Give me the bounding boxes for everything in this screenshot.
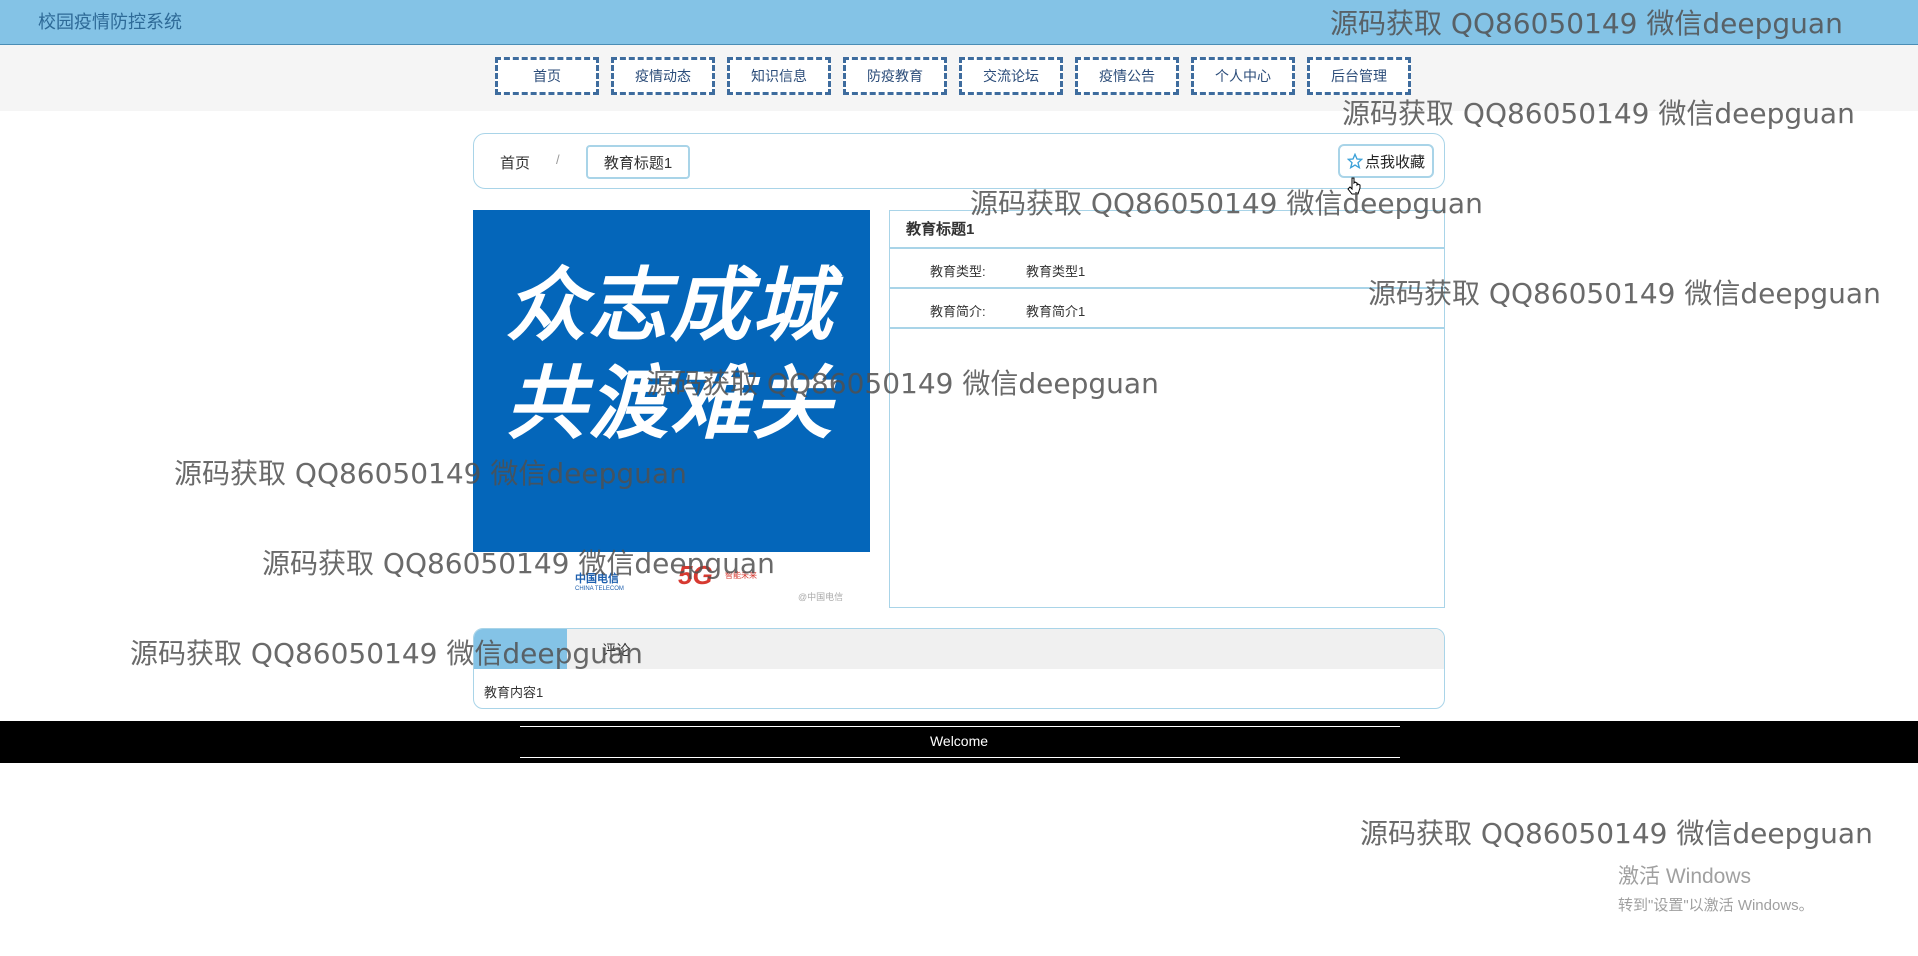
- footer-welcome-text: Welcome: [929, 733, 989, 749]
- nav-item-home[interactable]: 首页: [495, 57, 599, 95]
- watermark: 源码获取 QQ86050149 微信deepguan: [1360, 817, 1873, 850]
- windows-activation-notice: 激活 Windows 转到"设置"以激活 Windows。: [1618, 860, 1814, 915]
- nav-item-announcements[interactable]: 疫情公告: [1075, 57, 1179, 95]
- fiveg-logo: 5G: [678, 560, 713, 590]
- top-header-bar: 校园疫情防控系统: [0, 0, 1918, 45]
- detail-row-type: 教育类型: 教育类型1: [890, 249, 1444, 289]
- detail-label-summary: 教育简介:: [930, 304, 986, 319]
- detail-title: 教育标题1: [890, 211, 1444, 249]
- detail-value-type: 教育类型1: [1026, 264, 1086, 279]
- telecom-logo: 中国电信 CHINA TELECOM: [575, 570, 624, 592]
- nav-item-prevention-education[interactable]: 防疫教育: [843, 57, 947, 95]
- detail-value-summary: 教育简介1: [1026, 304, 1086, 319]
- detail-panel: 教育标题1 教育类型: 教育类型1 教育简介: 教育简介1: [889, 210, 1445, 608]
- content-tabs: 评论 教育内容1: [473, 628, 1445, 709]
- site-title[interactable]: 校园疫情防控系统: [38, 8, 182, 34]
- nav-item-personal-center[interactable]: 个人中心: [1191, 57, 1295, 95]
- poster-slogan-line2: 共渡难关: [506, 357, 834, 450]
- breadcrumb: 首页 / 教育标题1 点我收藏: [473, 133, 1445, 189]
- tab-bar: 评论: [474, 629, 1444, 669]
- detail-row-summary: 教育简介: 教育简介1: [890, 289, 1444, 329]
- mouse-cursor-icon: [1347, 177, 1361, 195]
- breadcrumb-current: 教育标题1: [586, 145, 690, 179]
- favorite-button[interactable]: 点我收藏: [1338, 144, 1434, 178]
- detail-label-type: 教育类型:: [930, 264, 986, 279]
- poster-background: 众志成城 共渡难关: [473, 210, 870, 552]
- breadcrumb-home-link[interactable]: 首页: [500, 152, 530, 173]
- education-cover-image: 众志成城 共渡难关 中国电信 CHINA TELECOM 5G 智能未来 @中国…: [473, 210, 870, 610]
- breadcrumb-separator: /: [556, 152, 560, 167]
- activation-subtitle: 转到"设置"以激活 Windows。: [1618, 897, 1814, 914]
- weibo-tag: @中国电信: [798, 592, 844, 602]
- tab-content[interactable]: [474, 629, 567, 669]
- main-nav: 首页 疫情动态 知识信息 防疫教育 交流论坛 疫情公告 个人中心 后台管理: [495, 57, 1423, 99]
- footer-divider-bottom: [520, 757, 1400, 758]
- telecom-logo-subtext: CHINA TELECOM: [575, 586, 624, 592]
- poster-footer: 中国电信 CHINA TELECOM 5G 智能未来 @中国电信: [473, 552, 870, 610]
- main-nav-bar: 首页 疫情动态 知识信息 防疫教育 交流论坛 疫情公告 个人中心 后台管理: [0, 45, 1918, 111]
- favorite-button-label: 点我收藏: [1364, 153, 1425, 171]
- footer-divider-top: [520, 726, 1400, 727]
- star-icon: [1346, 153, 1363, 169]
- nav-item-epidemic-news[interactable]: 疫情动态: [611, 57, 715, 95]
- education-content-text: 教育内容1: [484, 685, 544, 700]
- footer: Welcome: [0, 721, 1918, 763]
- tab-comments[interactable]: 评论: [602, 640, 630, 660]
- nav-item-admin[interactable]: 后台管理: [1307, 57, 1411, 95]
- nav-item-forum[interactable]: 交流论坛: [959, 57, 1063, 95]
- telecom-logo-text: 中国电信: [575, 573, 619, 585]
- poster-slogan-line1: 众志成城: [506, 259, 834, 352]
- nav-item-knowledge[interactable]: 知识信息: [727, 57, 831, 95]
- activation-title: 激活 Windows: [1618, 865, 1752, 888]
- fiveg-logo-subtext: 智能未来: [725, 571, 757, 580]
